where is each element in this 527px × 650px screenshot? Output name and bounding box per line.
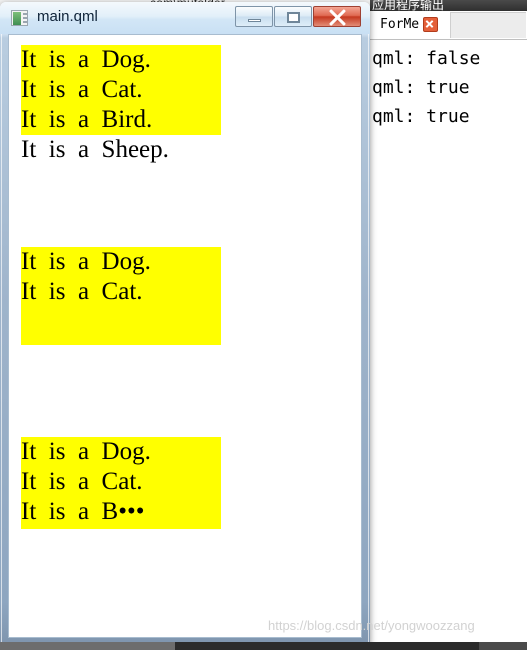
minimize-button[interactable] bbox=[235, 6, 273, 27]
maximize-button[interactable] bbox=[274, 6, 312, 27]
output-tabbar: ForMe bbox=[370, 11, 527, 40]
output-pane-title: 应用程序输出 bbox=[372, 0, 445, 11]
text-line: It is a Cat. bbox=[21, 468, 143, 495]
application-output-pane: 应用程序输出 ForMe qml: false qml: true qml: t… bbox=[370, 0, 527, 650]
qml-client-area: It is a Dog. It is a Cat. It is a Bird. … bbox=[8, 34, 362, 638]
taskbar-edge-segment-left bbox=[0, 642, 175, 650]
window-title: main.qml bbox=[37, 8, 98, 25]
tab-forme[interactable]: ForMe bbox=[372, 11, 445, 38]
qml-application-window[interactable]: main.qml It is a Dog. It is a Cat. It is… bbox=[0, 2, 370, 646]
taskbar-edge-segment-right bbox=[479, 642, 527, 650]
text-line: It is a Dog. bbox=[21, 248, 151, 275]
close-button[interactable] bbox=[313, 6, 361, 27]
text-block-1: It is a Dog. It is a Cat. It is a Bird. … bbox=[13, 45, 221, 165]
console-output[interactable]: qml: false qml: true qml: true bbox=[370, 40, 527, 131]
text-line: It is a Sheep. bbox=[21, 136, 169, 163]
app-window-icon bbox=[11, 10, 28, 26]
console-line: qml: false bbox=[372, 48, 481, 69]
tab-empty-slot[interactable] bbox=[450, 12, 526, 38]
close-icon[interactable] bbox=[423, 17, 439, 32]
watermark: https://blog.csdn.net/yongwoozzang bbox=[268, 618, 475, 633]
desktop-background: com\mufolder main.qml 应用程序输出 ForMe qml: … bbox=[0, 0, 527, 650]
taskbar-edge bbox=[0, 642, 527, 650]
text-line: It is a Cat. bbox=[21, 76, 143, 103]
text-block-2: It is a Dog. It is a Cat. bbox=[13, 247, 221, 345]
tab-forme-label: ForMe bbox=[380, 17, 420, 32]
text-line: It is a Cat. bbox=[21, 278, 143, 305]
text-block-3: It is a Dog. It is a Cat. It is a B••• bbox=[13, 437, 221, 529]
window-titlebar[interactable]: main.qml bbox=[0, 2, 370, 34]
text-line: It is a Bird. bbox=[21, 106, 153, 133]
console-line: qml: true bbox=[372, 77, 470, 98]
text-line: It is a Dog. bbox=[21, 46, 151, 73]
console-line: qml: true bbox=[372, 106, 470, 127]
text-line: It is a B••• bbox=[21, 498, 145, 525]
text-line: It is a Dog. bbox=[21, 438, 151, 465]
output-pane-header: 应用程序输出 bbox=[370, 0, 527, 11]
